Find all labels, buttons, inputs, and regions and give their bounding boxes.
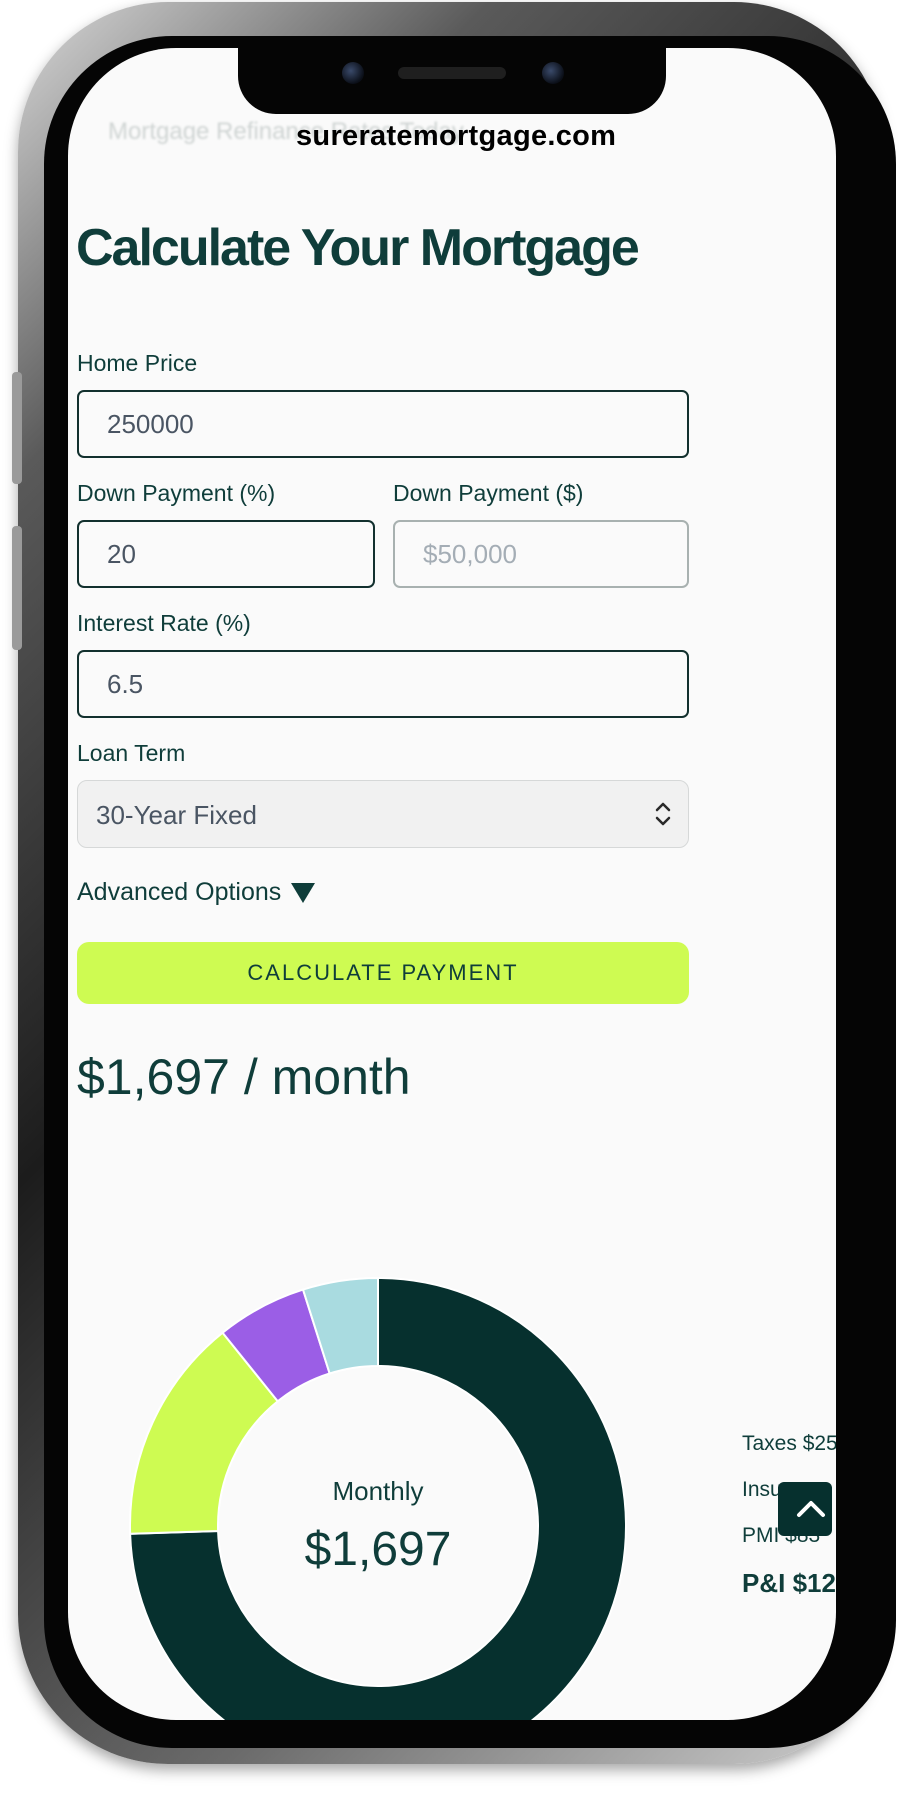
loan-term-select[interactable]: 30-Year Fixed (77, 780, 689, 848)
donut-center-value: $1,697 (304, 1523, 452, 1576)
down-payment-pct-input[interactable] (77, 520, 375, 588)
interest-rate-label: Interest Rate (%) (77, 610, 251, 636)
down-payment-amt-label: Down Payment ($) (393, 480, 584, 506)
calculate-payment-button[interactable]: CALCULATE PAYMENT (77, 942, 689, 1004)
phone-notch (238, 48, 666, 114)
phone-screen: Mortgage Refinance Rates Today sureratem… (68, 48, 836, 1720)
scroll-to-top-button[interactable] (778, 1482, 832, 1536)
donut-center-label: Monthly (332, 1476, 424, 1506)
phone-volume-up (12, 372, 22, 484)
monthly-payment-result: $1,697 / month (77, 1049, 411, 1105)
loan-term-label: Loan Term (77, 740, 186, 766)
interest-rate-input[interactable] (77, 650, 689, 718)
sensor-icon (542, 62, 564, 84)
page-title: Calculate Your Mortgage (76, 219, 640, 277)
home-price-input[interactable] (77, 390, 689, 458)
legend-item-insurance: Insu (742, 1478, 782, 1501)
legend-item-principal-interest: P&I $126 (742, 1568, 836, 1598)
up-down-chevron-icon (655, 802, 671, 826)
site-domain-watermark: sureratemortgage.com (296, 120, 617, 152)
loan-term-selected-value: 30-Year Fixed (96, 800, 257, 830)
legend-item-taxes: Taxes $25 (742, 1432, 836, 1455)
triangle-down-icon (291, 883, 316, 904)
advanced-options-toggle[interactable]: Advanced Options (77, 878, 316, 907)
down-payment-amt-input[interactable] (393, 520, 689, 588)
home-price-label: Home Price (77, 350, 198, 376)
chevron-up-icon (797, 1501, 825, 1517)
camera-icon (342, 62, 364, 84)
speaker-grille (398, 67, 506, 79)
phone-volume-down (12, 526, 22, 650)
advanced-options-label: Advanced Options (77, 878, 282, 906)
payment-breakdown-chart: Monthly $1,697 (128, 1276, 628, 1720)
down-payment-pct-label: Down Payment (%) (77, 480, 276, 506)
